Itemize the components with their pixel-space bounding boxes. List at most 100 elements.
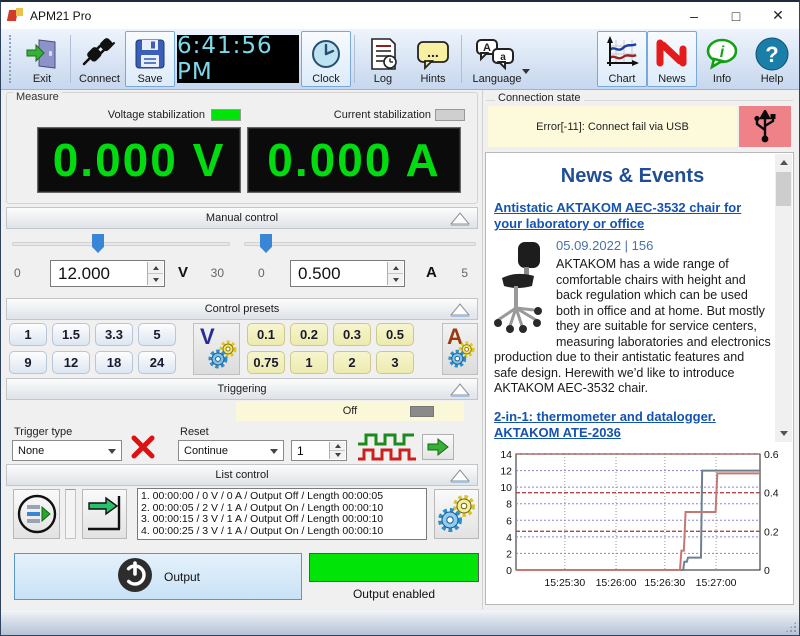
svg-text:15:27:00: 15:27:00 — [696, 577, 737, 589]
current-slider-group: 0 0.500 A 5 — [242, 230, 478, 296]
list-config-button[interactable] — [434, 489, 479, 539]
log-button[interactable]: Log — [358, 31, 408, 87]
trigger-state-bar: Off — [236, 401, 464, 421]
scroll-up-arrow[interactable] — [775, 154, 792, 171]
toolbar-separator — [461, 35, 462, 83]
voltage-preset-button[interactable]: 18 — [95, 351, 133, 374]
output-button[interactable]: Output — [14, 553, 302, 600]
voltage-preset-button[interactable]: 1 — [9, 323, 47, 346]
close-button[interactable]: ✕ — [757, 2, 799, 29]
language-button[interactable]: A a Language — [465, 31, 529, 87]
voltage-preset-button[interactable]: 5 — [138, 323, 176, 346]
voltage-preset-button[interactable]: 12 — [52, 351, 90, 374]
connect-button[interactable]: Connect — [74, 31, 125, 87]
collapse-triangle-icon[interactable] — [448, 467, 472, 487]
trigger-type-select[interactable]: None — [12, 440, 122, 461]
trigger-run-button[interactable] — [422, 434, 454, 460]
control-presets-header-label: Control presets — [205, 303, 280, 315]
current-preset-button[interactable]: 0.1 — [247, 323, 285, 346]
log-label: Log — [374, 73, 392, 85]
manual-control-header[interactable]: Manual control — [6, 207, 478, 229]
news-article-link[interactable]: 2-in-1: thermometer and datalogger. AKTA… — [494, 409, 771, 441]
svg-text:0.2: 0.2 — [764, 526, 779, 538]
save-button[interactable]: Save — [125, 31, 175, 87]
current-preset-config-button[interactable]: A — [442, 323, 478, 375]
svg-text:10: 10 — [500, 482, 512, 494]
list-step-button[interactable] — [82, 489, 127, 539]
current-slider-track[interactable] — [244, 242, 476, 246]
news-article-link[interactable]: Antistatic AKTAKOM AEC-3532 chair for yo… — [494, 200, 771, 232]
voltage-preset-button[interactable]: 1.5 — [52, 323, 90, 346]
svg-text:15:26:30: 15:26:30 — [644, 577, 685, 589]
list-step-item[interactable]: 3. 00:00:15 / 3 V / 1 A / Output Off / L… — [141, 514, 426, 526]
current-spinner[interactable] — [387, 262, 403, 285]
voltage-slider-group: 0 12.000 V 30 — [10, 230, 232, 296]
waveform-icon — [356, 430, 416, 464]
current-stabilization-indicator — [435, 109, 465, 121]
voltage-value-input[interactable]: 12.000 — [50, 260, 165, 287]
voltage-preset-config-button[interactable]: V — [193, 323, 240, 375]
voltage-display: 0.000 V — [37, 127, 241, 193]
help-label: Help — [761, 73, 784, 85]
current-preset-button[interactable]: 1 — [290, 351, 328, 374]
current-slider-thumb[interactable] — [260, 234, 272, 253]
svg-text:12: 12 — [500, 466, 512, 478]
scrollbar-thumb[interactable] — [776, 172, 791, 206]
news-scrollbar[interactable] — [775, 154, 792, 442]
list-progress-bar — [65, 489, 76, 539]
log-document-icon — [366, 35, 400, 73]
current-value-input[interactable]: 0.500 — [290, 260, 405, 287]
hints-button[interactable]: ... Hints — [408, 31, 458, 87]
connect-plugs-icon — [81, 35, 117, 73]
usb-status-box — [739, 106, 791, 147]
control-presets-header[interactable]: Control presets — [6, 298, 478, 320]
collapse-triangle-icon[interactable] — [448, 381, 472, 401]
exit-button[interactable]: Exit — [17, 31, 67, 87]
collapse-triangle-icon[interactable] — [448, 301, 472, 321]
hints-bubble-icon: ... — [415, 35, 451, 73]
language-icon: A a — [475, 35, 519, 73]
resize-grip[interactable] — [786, 622, 796, 632]
list-control-header[interactable]: List control — [6, 464, 478, 486]
trigger-count-input[interactable]: 1 — [291, 440, 347, 461]
svg-text:a: a — [500, 52, 506, 63]
maximize-button[interactable]: □ — [715, 2, 757, 29]
exit-label: Exit — [33, 73, 51, 85]
voltage-preset-button[interactable]: 3.3 — [95, 323, 133, 346]
voltage-slider-thumb[interactable] — [92, 234, 104, 253]
clock-button[interactable]: Clock — [301, 31, 351, 87]
voltage-spinner[interactable] — [147, 262, 163, 285]
help-button[interactable]: ? Help — [747, 31, 797, 87]
scroll-down-arrow[interactable] — [775, 425, 792, 442]
info-button[interactable]: i Info — [697, 31, 747, 87]
language-label: Language — [473, 73, 522, 85]
reset-select[interactable]: Continue — [178, 440, 284, 461]
info-label: Info — [713, 73, 731, 85]
voltage-preset-button[interactable]: 24 — [138, 351, 176, 374]
list-run-button[interactable] — [13, 489, 60, 539]
trigger-count-spinner[interactable] — [329, 442, 345, 459]
current-preset-button[interactable]: 0.5 — [376, 323, 414, 346]
current-preset-button[interactable]: 0.2 — [290, 323, 328, 346]
chart-button[interactable]: Chart — [597, 31, 647, 87]
voltage-preset-button[interactable]: 9 — [9, 351, 47, 374]
clock-icon — [310, 35, 342, 73]
list-step-item[interactable]: 4. 00:00:25 / 3 V / 1 A / Output On / Le… — [141, 526, 426, 538]
current-max-label: 5 — [461, 266, 468, 280]
language-dropdown-caret[interactable] — [522, 69, 530, 74]
current-preset-button[interactable]: 0.75 — [247, 351, 285, 374]
output-status-label: Output enabled — [309, 587, 479, 601]
save-label: Save — [137, 73, 162, 85]
current-preset-button[interactable]: 3 — [376, 351, 414, 374]
clock-display: 6:41:56 PM — [177, 35, 299, 83]
app-window: APM21 Pro – □ ✕ Exit — [0, 0, 800, 636]
step-list[interactable]: 1. 00:00:00 / 0 V / 0 A / Output Off / L… — [137, 488, 427, 540]
current-preset-button[interactable]: 2 — [333, 351, 371, 374]
current-preset-button[interactable]: 0.3 — [333, 323, 371, 346]
list-step-item[interactable]: 1. 00:00:00 / 0 V / 0 A / Output Off / L… — [141, 491, 426, 503]
voltage-slider-track[interactable] — [12, 242, 230, 246]
minimize-button[interactable]: – — [673, 2, 715, 29]
triggering-header[interactable]: Triggering — [6, 378, 478, 400]
news-button[interactable]: News — [647, 31, 697, 87]
collapse-triangle-icon[interactable] — [448, 210, 472, 230]
